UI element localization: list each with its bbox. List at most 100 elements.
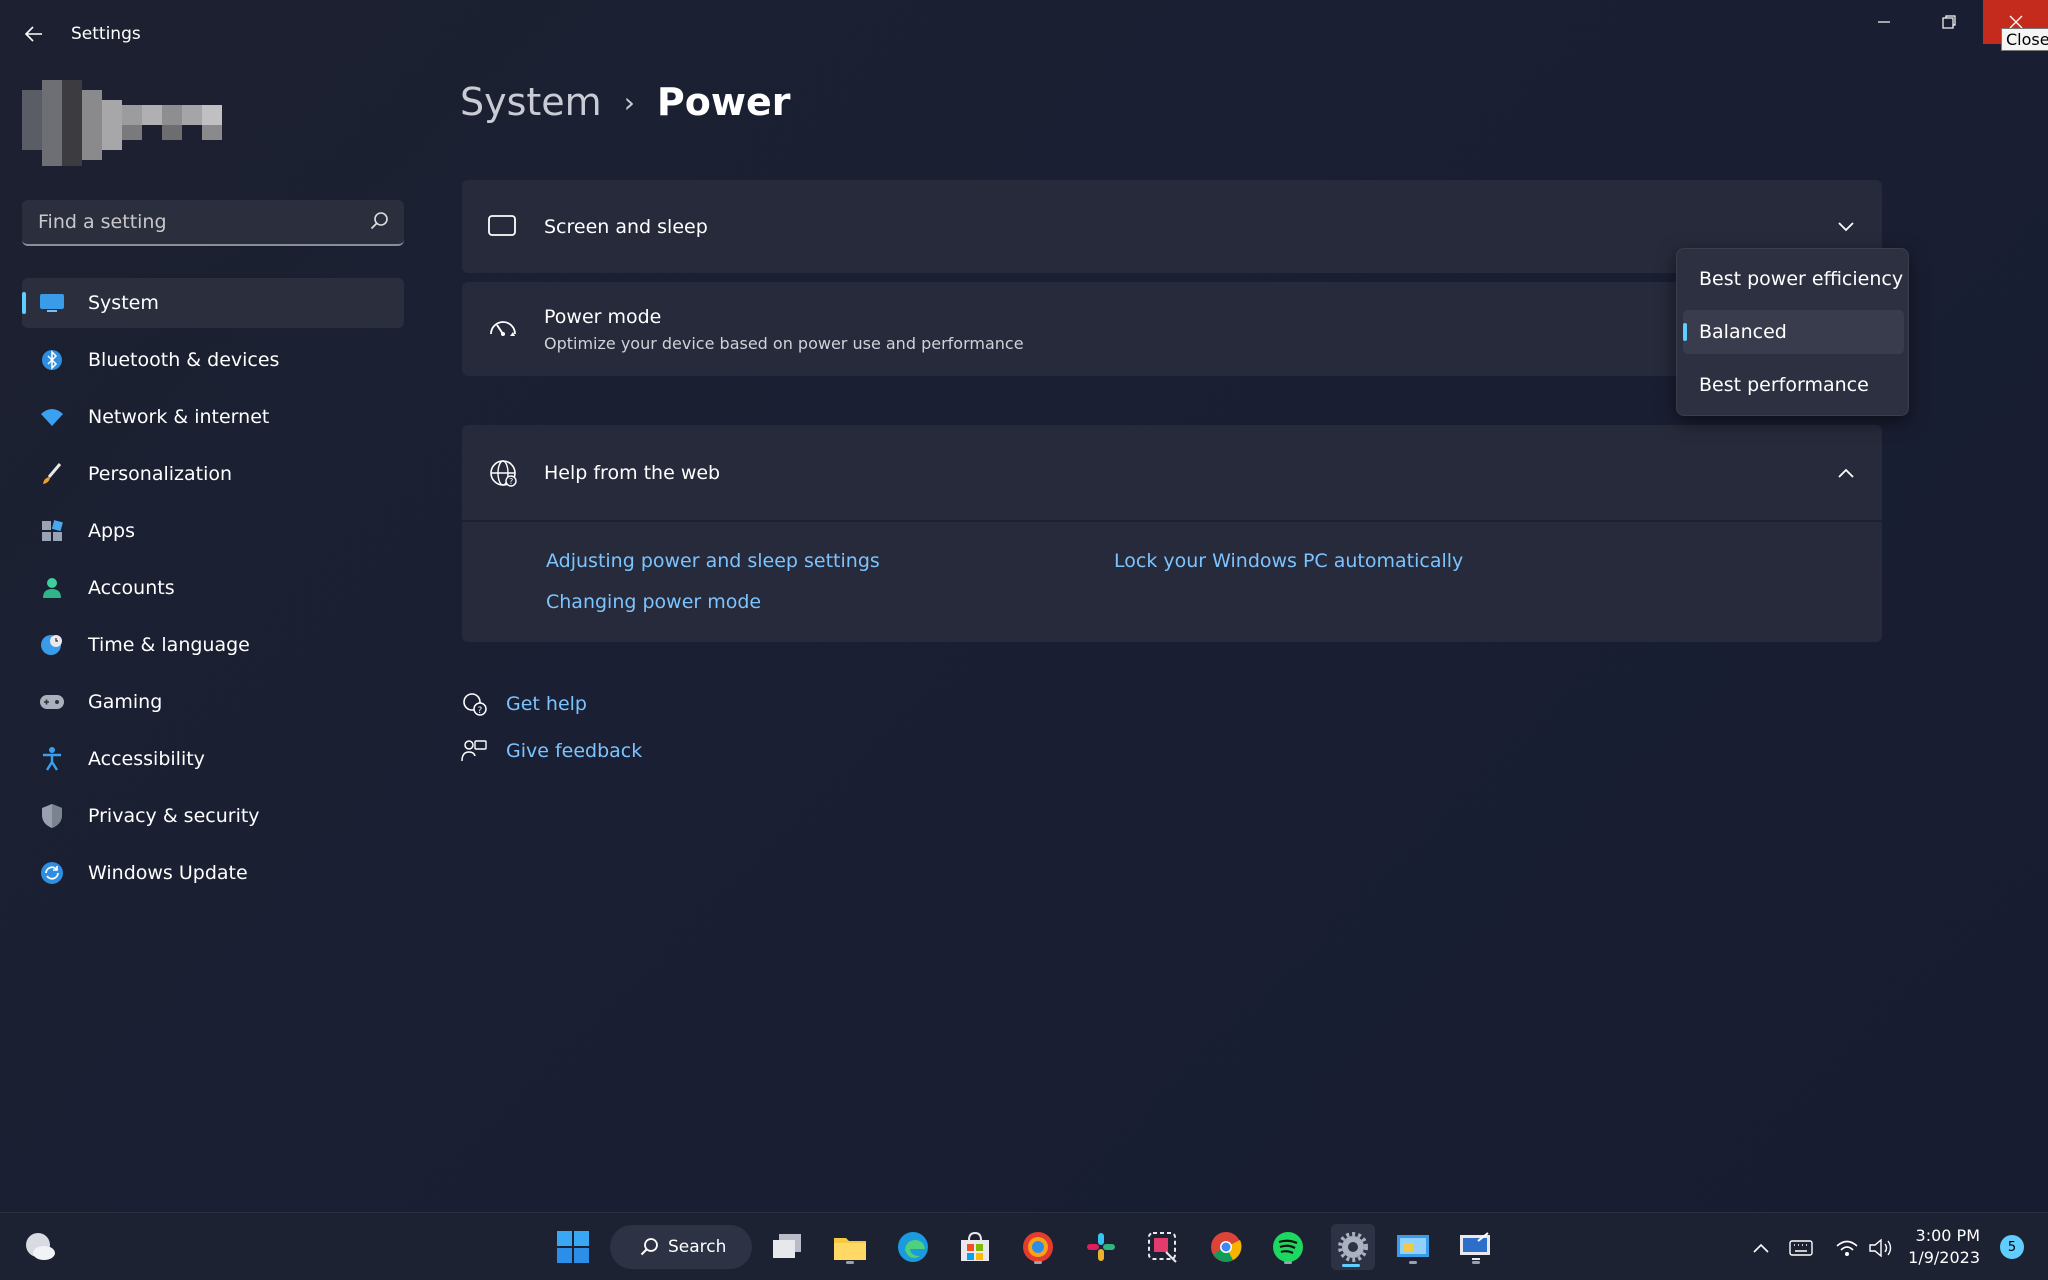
- sidebar-item-accounts[interactable]: Accounts: [22, 563, 404, 613]
- clock-date: 1/9/2023: [1908, 1248, 1980, 1267]
- app-title: Settings: [71, 24, 141, 44]
- page-title: Power: [656, 80, 791, 124]
- search-icon[interactable]: [370, 211, 390, 235]
- search-input[interactable]: [38, 211, 358, 233]
- task-view-icon[interactable]: [767, 1227, 807, 1267]
- help-chat-icon: ?: [460, 690, 488, 718]
- help-title: Help from the web: [544, 461, 721, 484]
- running-indicator: [1472, 1261, 1480, 1264]
- sidebar-item-label: Privacy & security: [88, 805, 260, 827]
- option-balanced[interactable]: Balanced: [1683, 310, 1904, 354]
- settings-search-box[interactable]: [22, 200, 404, 246]
- photos-app-icon[interactable]: [1018, 1227, 1058, 1267]
- update-icon: [38, 859, 66, 887]
- option-best-power-efficiency[interactable]: Best power efficiency: [1683, 257, 1904, 301]
- help-from-web-card: ? Help from the web Adjusting power and …: [462, 425, 1882, 642]
- file-explorer-icon[interactable]: [830, 1227, 870, 1267]
- taskbar-search-button[interactable]: Search: [610, 1225, 752, 1269]
- edge-browser-icon[interactable]: [893, 1227, 933, 1267]
- sidebar-item-label: Accessibility: [88, 748, 205, 770]
- restore-button[interactable]: [1918, 0, 1980, 44]
- get-help-link[interactable]: ? Get help: [460, 690, 587, 718]
- give-feedback-link[interactable]: Give feedback: [460, 737, 642, 765]
- gamepad-icon: [38, 688, 66, 716]
- slack-icon[interactable]: [1081, 1227, 1121, 1267]
- snipping-tool-icon[interactable]: [1143, 1227, 1183, 1267]
- microsoft-store-icon[interactable]: [955, 1227, 995, 1267]
- sidebar-item-accessibility[interactable]: Accessibility: [22, 734, 404, 784]
- sidebar-nav: System Bluetooth & devices Network & int…: [22, 278, 404, 905]
- sidebar-item-privacy-security[interactable]: Privacy & security: [22, 791, 404, 841]
- wifi-status-icon[interactable]: [1832, 1233, 1862, 1263]
- sidebar-item-time-language[interactable]: Time & language: [22, 620, 404, 670]
- sidebar-item-label: Accounts: [88, 577, 175, 599]
- svg-text:?: ?: [509, 477, 513, 486]
- sidebar-item-bluetooth[interactable]: Bluetooth & devices: [22, 335, 404, 385]
- keyboard-icon[interactable]: [1786, 1233, 1816, 1263]
- clock-time: 3:00 PM: [1915, 1226, 1980, 1245]
- breadcrumb-system[interactable]: System: [460, 80, 602, 124]
- power-mode-title: Power mode: [544, 306, 662, 328]
- sidebar-item-system[interactable]: System: [22, 278, 404, 328]
- settings-taskbar-icon[interactable]: [1331, 1224, 1375, 1270]
- sidebar-item-windows-update[interactable]: Windows Update: [22, 848, 404, 898]
- sidebar-item-label: Gaming: [88, 691, 163, 713]
- chevron-up-icon[interactable]: [1832, 459, 1860, 487]
- user-avatar[interactable]: [22, 80, 252, 166]
- help-divider: [462, 520, 1882, 522]
- power-mode-subtitle: Optimize your device based on power use …: [544, 334, 1024, 353]
- breadcrumb-separator: ›: [623, 85, 635, 119]
- sidebar-item-label: Network & internet: [88, 406, 270, 428]
- taskbar-search-label: Search: [668, 1237, 727, 1257]
- taskbar: Search 3:00 PM 1/9/2023 5: [0, 1212, 2048, 1280]
- feedback-icon: [460, 737, 488, 765]
- link-lock-windows-pc[interactable]: Lock your Windows PC automatically: [1114, 550, 1463, 572]
- get-help-label: Get help: [506, 693, 587, 715]
- clock-globe-icon: [38, 631, 66, 659]
- close-icon: [2009, 15, 2022, 29]
- screen-sleep-icon: [486, 210, 520, 244]
- link-adjusting-power-sleep[interactable]: Adjusting power and sleep settings: [546, 550, 880, 572]
- shield-icon: [38, 802, 66, 830]
- windows-logo-icon: [557, 1231, 589, 1263]
- option-best-performance[interactable]: Best performance: [1683, 363, 1904, 407]
- chevron-down-icon[interactable]: [1832, 213, 1860, 241]
- screen-sleep-title: Screen and sleep: [544, 215, 708, 238]
- screen-and-sleep-card[interactable]: Screen and sleep: [462, 180, 1882, 273]
- weather-widget-icon[interactable]: [22, 1229, 58, 1265]
- active-indicator: [1342, 1264, 1360, 1267]
- running-indicator: [1034, 1261, 1042, 1264]
- taskbar-clock[interactable]: 3:00 PM 1/9/2023: [1860, 1225, 1980, 1269]
- sidebar-item-label: Time & language: [88, 634, 250, 656]
- close-tooltip: Close: [2001, 28, 2048, 51]
- sidebar-item-network[interactable]: Network & internet: [22, 392, 404, 442]
- spotify-icon[interactable]: [1268, 1227, 1308, 1267]
- bluetooth-icon: [38, 346, 66, 374]
- sidebar-item-personalization[interactable]: Personalization: [22, 449, 404, 499]
- minimize-button[interactable]: [1853, 0, 1915, 44]
- sidebar-item-apps[interactable]: Apps: [22, 506, 404, 556]
- gauge-icon: [486, 312, 520, 346]
- wifi-icon: [38, 403, 66, 431]
- back-button[interactable]: [18, 18, 50, 50]
- control-panel-icon[interactable]: [1393, 1227, 1433, 1267]
- running-indicator: [846, 1261, 854, 1264]
- running-indicator: [1409, 1261, 1417, 1264]
- sidebar-item-label: Windows Update: [88, 862, 248, 884]
- monitor-icon: [38, 289, 66, 317]
- minimize-icon: [1878, 21, 1890, 23]
- brush-icon: [38, 460, 66, 488]
- sidebar-item-gaming[interactable]: Gaming: [22, 677, 404, 727]
- notification-badge[interactable]: 5: [2000, 1235, 2024, 1259]
- person-icon: [38, 574, 66, 602]
- give-feedback-label: Give feedback: [506, 740, 643, 762]
- power-mode-dropdown: Best power efficiency Balanced Best perf…: [1676, 248, 1909, 416]
- restore-icon: [1942, 15, 1956, 29]
- remote-desktop-icon[interactable]: [1456, 1227, 1496, 1267]
- breadcrumb: System › Power: [460, 80, 790, 124]
- show-hidden-icons-chevron-icon[interactable]: [1746, 1233, 1776, 1263]
- help-header[interactable]: ? Help from the web: [462, 425, 1882, 520]
- chrome-icon[interactable]: [1206, 1227, 1246, 1267]
- link-changing-power-mode[interactable]: Changing power mode: [546, 591, 761, 613]
- start-button[interactable]: [553, 1227, 593, 1267]
